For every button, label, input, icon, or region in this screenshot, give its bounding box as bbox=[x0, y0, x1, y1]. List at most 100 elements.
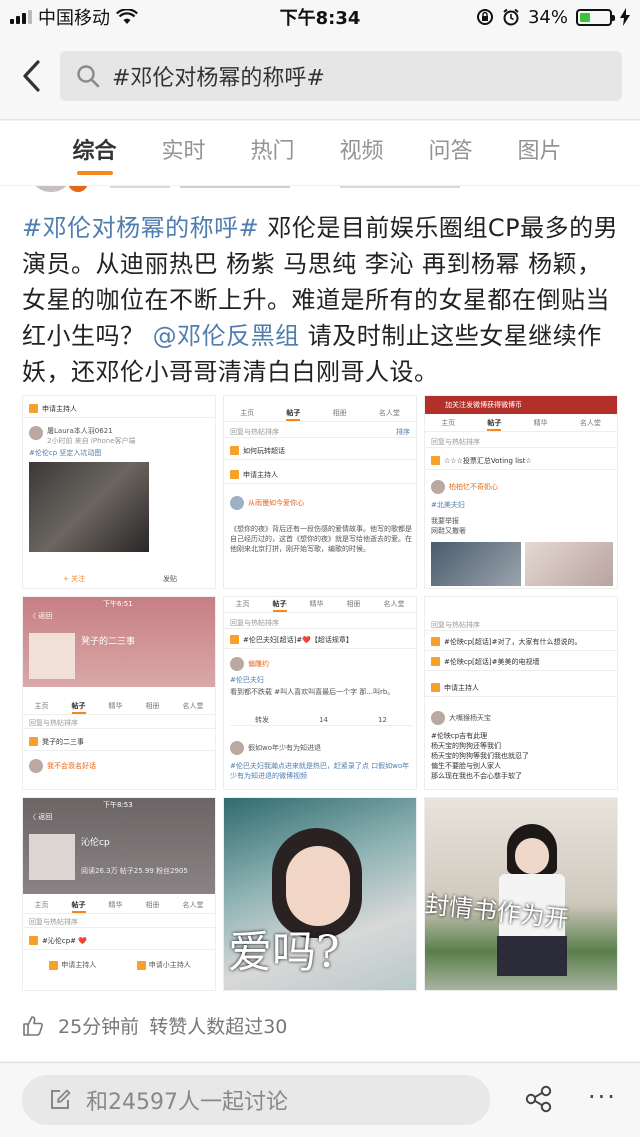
tab-realtime[interactable]: 实时 bbox=[139, 121, 228, 185]
share-button[interactable] bbox=[524, 1085, 554, 1117]
alarm-icon bbox=[503, 8, 519, 26]
image-text: 帖子 bbox=[71, 900, 86, 913]
avatar bbox=[29, 426, 43, 440]
image-text: 名人堂 bbox=[182, 702, 204, 710]
image-text: 精华 bbox=[533, 419, 548, 427]
avatar bbox=[29, 759, 43, 773]
image-text: 名人堂 bbox=[383, 600, 405, 608]
image-text: 下午8:53 bbox=[103, 801, 133, 809]
image-text: 〈 返回 bbox=[29, 612, 53, 620]
image-text: 精华 bbox=[108, 901, 123, 909]
image-text: 申请主持人 bbox=[243, 470, 278, 479]
post-image-2[interactable]: 主页 帖子 相册 名人堂 回复与热帖排序 排序 如何玩转超话 申请主持人 从雨慢如今爱你… bbox=[223, 395, 417, 589]
image-text: 名人堂 bbox=[378, 409, 400, 417]
status-bar: 中国移动 下午8:34 34% bbox=[0, 0, 640, 34]
post-image-5[interactable]: 主页 帖子 精华 相册 名人堂 回复与热帖排序 #伦巴夫妇[超话]#❤️【超话规章】 偏… bbox=[223, 596, 417, 790]
image-text: 精华 bbox=[309, 600, 324, 608]
image-text: #伦映cp[超话]#对了，大家有什么想说的。 bbox=[444, 637, 582, 646]
image-text: 〈 返回 bbox=[29, 813, 53, 821]
image-text: 凳子的二三事 bbox=[81, 637, 136, 647]
battery-icon bbox=[576, 8, 615, 26]
image-text: 主页 bbox=[441, 419, 456, 427]
avatar bbox=[431, 711, 445, 725]
image-text: 大嘴猴杨天宝 bbox=[449, 714, 491, 722]
image-text: 主页 bbox=[34, 702, 49, 710]
host-icon bbox=[29, 404, 38, 413]
rotation-lock-icon bbox=[476, 9, 493, 25]
host-icon bbox=[230, 635, 239, 644]
image-text: #伦映cp吉有此理 杨天宝的狗狗还等我们 杨天宝的狗狗等我们我也就忍了 偏生不要… bbox=[431, 732, 529, 780]
host-icon bbox=[431, 637, 440, 646]
image-text: 发贴 bbox=[163, 575, 177, 583]
image-text: 申请主持人 bbox=[61, 961, 97, 969]
more-icon[interactable]: ··· bbox=[588, 1083, 617, 1111]
image-text: 帖子 bbox=[272, 599, 287, 612]
post-image-3[interactable]: 加关注发微博获得微博币 主页 帖子 精华 名人堂 回复与热帖排序 ☆☆☆投票汇总Vot… bbox=[424, 395, 618, 589]
verified-badge-icon bbox=[68, 186, 88, 192]
tab-images[interactable]: 图片 bbox=[495, 121, 584, 185]
image-text: #伦巴夫妇 bbox=[230, 676, 264, 684]
search-box[interactable] bbox=[60, 51, 622, 101]
image-text: 屠Laura本人羽0621 bbox=[47, 427, 113, 435]
comment-placeholder: 和24597人一起讨论 bbox=[86, 1090, 288, 1115]
avatar bbox=[230, 741, 244, 755]
image-text: 帖子 bbox=[286, 408, 301, 421]
host-icon bbox=[431, 456, 440, 465]
image-text: 12 bbox=[378, 716, 387, 724]
image-text: #伦伦cp 坚定入坑动图 bbox=[29, 449, 102, 457]
image-text: 相册 bbox=[145, 901, 160, 909]
post-image-9[interactable]: 封情书作为开 bbox=[424, 797, 618, 991]
wifi-icon bbox=[116, 9, 138, 24]
edit-icon bbox=[51, 1089, 71, 1109]
tab-qa[interactable]: 问答 bbox=[406, 121, 495, 185]
image-text: #沁伦cp# ❤️ bbox=[42, 936, 87, 945]
host-icon bbox=[431, 657, 440, 666]
image-text: 回复与热帖排序 bbox=[29, 718, 78, 727]
image-text: 转发 bbox=[255, 716, 270, 724]
tab-video[interactable]: 视频 bbox=[317, 121, 406, 185]
image-text: 凳子的二三事 bbox=[42, 737, 84, 746]
post-image-4[interactable]: 〈 返回 下午6:51 凳子的二三事 主页 帖子 精华 相册 名人堂 回复与热帖排序 凳… bbox=[22, 596, 216, 790]
hashtag-link[interactable]: #邓伦对杨幂的称呼# bbox=[22, 214, 259, 242]
post-image-7[interactable]: 〈 返回 下午8:53 沁伦cp 阅读26.3万 帖子25.99 粉丝2905 … bbox=[22, 797, 216, 991]
image-text: 2小时前 来自 iPhone客户端 bbox=[47, 437, 136, 445]
post-image-6[interactable]: 回复与热帖排序 #伦映cp[超话]#对了，大家有什么想说的。 #伦映cp[超话]… bbox=[424, 596, 618, 790]
image-caption: 爱吗? bbox=[228, 927, 340, 978]
image-text: 假如wo年少有为知进退 bbox=[248, 744, 322, 752]
avatar bbox=[230, 657, 244, 671]
carrier-label: 中国移动 bbox=[38, 8, 110, 29]
more-button[interactable]: ··· bbox=[588, 1085, 617, 1109]
comment-input[interactable]: 和24597人一起讨论 bbox=[22, 1075, 490, 1125]
tab-popular[interactable]: 热门 bbox=[228, 121, 317, 185]
avatar[interactable] bbox=[30, 186, 72, 192]
host-icon bbox=[49, 960, 59, 970]
host-icon bbox=[136, 960, 146, 970]
back-button[interactable] bbox=[16, 56, 48, 96]
image-text: 看到都不跌载 #叫人喜欢叫喜最后一个字 那...叫rb。 bbox=[230, 688, 395, 696]
tab-comprehensive[interactable]: 综合 bbox=[50, 121, 139, 185]
host-icon bbox=[29, 737, 38, 746]
mention-link[interactable]: @邓伦反黑组 bbox=[153, 322, 300, 350]
post-image-8[interactable]: 爱吗? bbox=[223, 797, 417, 991]
image-text: 《想你的夜》背后还有一段伤感的爱情故事。他写的歌都是自己经历过的，这首《想你的夜… bbox=[230, 525, 412, 553]
image-text: 申请主持人 bbox=[42, 404, 77, 413]
image-text: 偏雕约 bbox=[248, 660, 269, 668]
image-text: 回复与热帖排序 bbox=[29, 917, 78, 926]
image-text: + 关注 bbox=[63, 575, 86, 583]
image-text: 主页 bbox=[235, 600, 250, 608]
post-time: 25分钟前 bbox=[58, 1016, 140, 1038]
search-input[interactable] bbox=[112, 63, 572, 89]
image-text: 相册 bbox=[145, 702, 160, 710]
image-text: 申请主持人 bbox=[444, 683, 479, 692]
image-text: #伦巴夫妇[超话]#❤️【超话规章】 bbox=[243, 635, 353, 644]
thumbs-up-icon[interactable] bbox=[22, 1015, 44, 1037]
image-text: 帖子 bbox=[487, 418, 502, 431]
share-icon[interactable] bbox=[524, 1085, 554, 1113]
post-card[interactable]: #邓伦对杨幂的称呼# 邓伦是目前娱乐圈组CP最多的男演员。从迪丽热巴 杨紫 马思… bbox=[0, 186, 640, 1061]
chevron-left-icon[interactable] bbox=[16, 56, 48, 96]
image-text: #伦巴夫妇我瀚点进来就是热巴，赶紧录了点 口假如wo年少有为知进退的微博视频 bbox=[230, 762, 410, 780]
photo bbox=[525, 542, 613, 586]
image-text: 从雨慢如今爱你心 bbox=[248, 499, 304, 507]
post-image-1[interactable]: 申请主持人 屠Laura本人羽0621 2小时前 来自 iPhone客户端 #伦伦… bbox=[22, 395, 216, 589]
image-text: 名人堂 bbox=[182, 901, 204, 909]
